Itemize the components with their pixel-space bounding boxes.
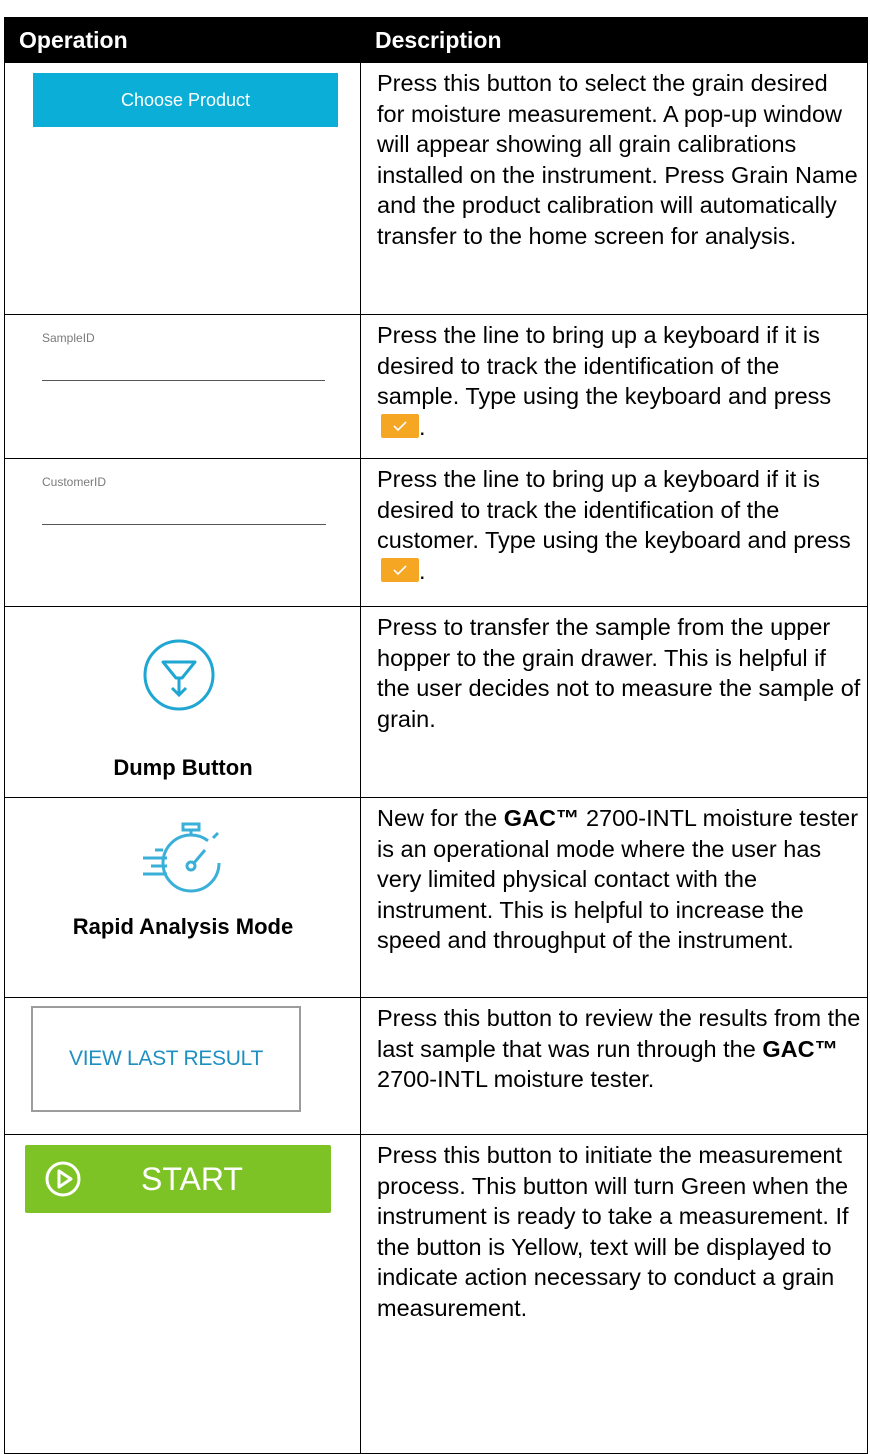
sample-id-field[interactable] [42,380,325,381]
sample-id-description: Press the line to bring up a keyboard if… [377,322,832,440]
dump-funnel-icon[interactable] [139,635,219,720]
choose-product-description: Press this button to select the grain de… [377,70,858,249]
table-header: Operation Description [5,17,867,63]
stopwatch-icon[interactable] [133,808,233,913]
rapid-description: New for the GAC™ 2700-INTL moisture test… [377,805,859,953]
start-button[interactable]: START [25,1145,331,1213]
table-row: SampleID Press the line to bring up a ke… [5,315,867,459]
table-row: CustomerID Press the line to bring up a … [5,459,867,607]
table-row: Dump Button Press to transfer the sample… [5,607,867,798]
dump-description: Press to transfer the sample from the up… [377,614,861,732]
table-row: Rapid Analysis Mode New for the GAC™ 270… [5,798,867,998]
checkmark-icon [381,557,419,582]
start-description: Press this button to initiate the measur… [377,1142,849,1321]
brand-gac: GAC™ [503,805,580,831]
customer-id-label: CustomerID [42,475,107,489]
header-operation: Operation [19,26,128,53]
view-last-result-button[interactable]: VIEW LAST RESULT [31,1006,301,1112]
view-last-description: Press this button to review the results … [377,1005,861,1092]
checkmark-icon [381,413,419,438]
table-row: Choose Product Press this button to sele… [5,63,867,315]
rapid-analysis-caption: Rapid Analysis Mode [72,914,294,939]
table-row: START Press this button to initiate the … [5,1135,867,1454]
dump-button-caption: Dump Button [113,755,253,780]
table-row: VIEW LAST RESULT Press this button to re… [5,998,867,1135]
start-button-label: START [141,1160,243,1197]
brand-gac: GAC™ [762,1035,839,1062]
sample-id-label: SampleID [42,331,95,345]
customer-id-description: Press the line to bring up a keyboard if… [377,466,851,584]
customer-id-field[interactable] [42,524,326,525]
choose-product-button[interactable]: Choose Product [33,73,338,127]
operations-table: Operation Description Choose Product Pre… [4,17,868,1454]
play-circle-icon [43,1159,83,1199]
header-description: Description [375,26,502,53]
